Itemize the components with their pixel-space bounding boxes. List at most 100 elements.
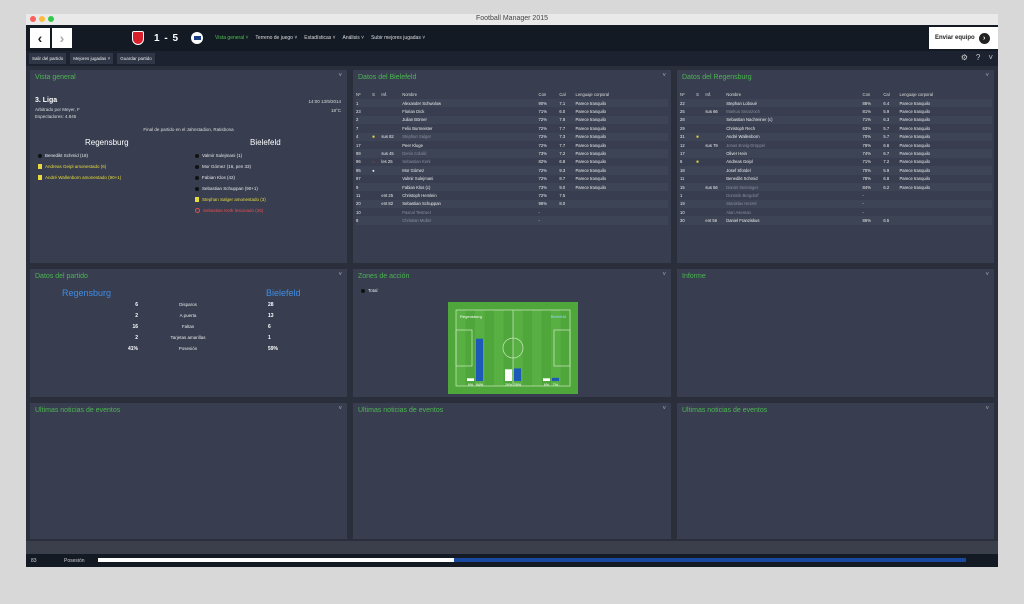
bielefeld-panel: Datos del Bielefeld ˅ Nº S Inf. Nombre Con Ca… bbox=[353, 70, 671, 263]
send-team-button[interactable]: Enviar equipo › bbox=[929, 27, 998, 49]
table-cell: Parece tranquilo bbox=[899, 109, 931, 115]
help-icon[interactable]: ? bbox=[976, 53, 980, 62]
table-cell: 9.0 bbox=[559, 182, 576, 192]
table-row[interactable]: 10 Pascal Testroet - bbox=[356, 208, 668, 216]
menu-4[interactable]: Subir mejores jugadas ˅ bbox=[371, 35, 425, 41]
action-zones-pitch: Regensburg Bielefeld6% 94% 26% 28% 6% 7% bbox=[448, 302, 578, 394]
table-row[interactable]: 7 Felix Burmeister 72% 7.7 Parece tranquilo bbox=[356, 124, 668, 132]
table-row[interactable]: 25 sus 66 Markus Smarzoch 81% 5.9 Parece tran… bbox=[680, 107, 992, 115]
table-row[interactable]: 23 Florian Dick 71% 6.0 Parece tranquilo bbox=[356, 107, 668, 115]
column-header[interactable]: Nº bbox=[680, 90, 696, 99]
table-row[interactable]: 4 ■ sus 82 Stephan Salger 72% 7.3 Parece tranq… bbox=[356, 132, 668, 141]
table-row[interactable]: 12 sus 79 Jonas Erwig-Drüppel 78% 6.6 Parece … bbox=[680, 141, 992, 149]
column-header[interactable]: S bbox=[372, 90, 381, 99]
table-cell: Parece tranquilo bbox=[575, 176, 607, 182]
table-cell bbox=[696, 107, 705, 115]
table-cell bbox=[381, 124, 402, 132]
table-cell: 25 bbox=[680, 109, 685, 115]
zone-bar-home bbox=[543, 378, 550, 381]
table-row[interactable]: 10 Alan Aseman - bbox=[680, 208, 992, 216]
menu-0[interactable]: Vista general ˅ bbox=[215, 35, 248, 41]
zones-toggle[interactable]: Total bbox=[361, 288, 378, 293]
panel-chevron-icon[interactable]: ˅ bbox=[985, 272, 989, 278]
table-cell: 19 bbox=[680, 199, 697, 209]
table-row[interactable]: 18 Josef Sfordel 70% 5.9 Parece tranquilo bbox=[680, 166, 992, 175]
gear-icon[interactable]: ⚙ bbox=[961, 53, 968, 62]
table-row[interactable]: 22 Stephan Loboué 88% 6.4 Parece tranquilo bbox=[680, 99, 992, 108]
column-header[interactable]: Nombre bbox=[402, 90, 538, 99]
panel-chevron-icon[interactable]: ˅ bbox=[338, 272, 342, 278]
table-row[interactable]: 17 Oliver Hein 74% 6.7 Parece tranquilo bbox=[680, 149, 992, 158]
ball-icon bbox=[195, 164, 199, 169]
highlights-button[interactable]: Mejores jugadas ˅ bbox=[70, 53, 114, 64]
panel-chevron-icon[interactable]: ˅ bbox=[985, 406, 989, 412]
table-cell: 71% bbox=[862, 159, 871, 165]
stat-home: 16 bbox=[132, 323, 138, 330]
panel-chevron-icon[interactable]: ˅ bbox=[662, 272, 666, 278]
table-cell bbox=[696, 216, 706, 225]
column-header[interactable]: Cal bbox=[883, 90, 899, 99]
table-row[interactable]: 15 sus 56 Daniel Steininger 84% 6.2 Parece tr… bbox=[680, 182, 992, 192]
column-header[interactable]: Con bbox=[863, 90, 884, 99]
stat-row: 16 Faltas 6 bbox=[30, 321, 347, 332]
table-cell: Parece tranquilo bbox=[899, 132, 992, 141]
exit-match-button[interactable]: Salir del partido bbox=[29, 53, 67, 64]
panel-chevron-icon[interactable]: ˅ bbox=[985, 73, 989, 79]
table-row[interactable]: 99 sus 45 Denis Colalić 73% 7.2 Parece tranqu… bbox=[356, 149, 668, 158]
column-header[interactable]: Con bbox=[539, 90, 560, 99]
top-menu: Vista general ˅ Terreno de juego ˅ Estadís… bbox=[215, 35, 425, 41]
news-panel-2: Ultimas noticias de eventos ˅ bbox=[353, 403, 671, 539]
panel-chevron-icon[interactable]: ˅ bbox=[662, 73, 666, 79]
menu-3[interactable]: Análisis ˅ bbox=[343, 35, 365, 41]
menu-1[interactable]: Terreno de juego ˅ bbox=[255, 35, 297, 41]
table-row[interactable]: 30 ent 56 Daniel Franziskus 86% 6.5 bbox=[680, 216, 992, 225]
timeline-strip[interactable] bbox=[26, 541, 998, 554]
table-row[interactable]: 1 Dominik Bergdorf - bbox=[680, 191, 992, 199]
table-row[interactable]: 19 Stanislav Herzel - bbox=[680, 199, 992, 209]
panel-chevron-icon[interactable]: ˅ bbox=[338, 73, 342, 79]
table-row[interactable]: 11 ent 25 Christoph Hemlein 72% 7.5 bbox=[356, 191, 668, 199]
table-row[interactable]: 31 ■ André Wallenborn 70% 5.7 Parece tranquil… bbox=[680, 132, 992, 141]
table-row[interactable]: 29 Christoph Rech 63% 5.7 Parece tranquilo bbox=[680, 124, 992, 132]
table-cell: 7.8 bbox=[559, 115, 576, 125]
column-header[interactable]: Inf. bbox=[381, 90, 402, 99]
table-cell bbox=[899, 199, 992, 209]
column-header[interactable]: S bbox=[696, 90, 705, 99]
table-cell: 7.7 bbox=[559, 125, 566, 131]
forward-button[interactable]: › bbox=[52, 28, 72, 48]
column-header[interactable]: Cal bbox=[559, 90, 575, 99]
back-button[interactable]: ‹ bbox=[30, 28, 50, 48]
table-row[interactable]: 8 Christian Müller - bbox=[356, 216, 668, 225]
table-row[interactable]: 2 Julian Börner 72% 7.8 Parece tranquilo bbox=[356, 115, 668, 125]
table-row[interactable]: 95 ● Mor Gómez 72% 9.3 Parece tranquilo bbox=[356, 166, 668, 175]
table-row[interactable]: 11 Benedikt Schmid 78% 6.8 Parece tranquilo bbox=[680, 175, 992, 183]
table-row[interactable]: 97 Valmir Sulejmani 72% 8.7 Parece tranquilo bbox=[356, 175, 668, 183]
panel-chevron-icon[interactable]: ˅ bbox=[338, 406, 342, 412]
table-row[interactable]: 9 Fabian Klos (c) 73% 9.0 Parece tranquilo bbox=[356, 182, 668, 192]
table-cell: 23 bbox=[356, 109, 361, 115]
event-text: Sebastian Schuppan (90+1) bbox=[202, 186, 258, 191]
table-cell: 6.2 bbox=[883, 182, 900, 192]
column-header[interactable]: Nº bbox=[356, 90, 372, 99]
table-row[interactable]: 28 Sebastian Nachreiner (c) 71% 6.3 Parece t… bbox=[680, 115, 992, 125]
column-header[interactable]: Inf. bbox=[705, 90, 726, 99]
table-row[interactable]: 6 ■ Andreas Geipl 71% 7.2 Parece tranquilo bbox=[680, 158, 992, 166]
regensburg-panel: Datos del Regensburg ˅ Nº S Inf. Nombre Con C… bbox=[677, 70, 994, 263]
table-cell bbox=[705, 124, 726, 132]
column-header[interactable]: Nombre bbox=[726, 90, 862, 99]
table-cell: 74% bbox=[862, 149, 884, 158]
table-row[interactable]: 1 Alexander Schwolow 90% 7.1 Parece tranquil… bbox=[356, 99, 668, 108]
match-score: 1 - 5 bbox=[154, 32, 180, 44]
highlights-label: Mejores jugadas bbox=[73, 56, 107, 61]
column-header[interactable]: Lenguaje corporal bbox=[900, 90, 992, 99]
table-row[interactable]: 96 ○ les 25 Sebastian Kerk 82% 6.8 Parece tran… bbox=[356, 158, 668, 166]
stat-home: 2 bbox=[135, 334, 138, 341]
event-text: Benedikt Schmid (18) bbox=[45, 153, 89, 158]
chevron-down-icon[interactable]: ˅ bbox=[988, 53, 993, 62]
table-row[interactable]: 20 ent 82 Sebastian Schuppan 96% 8.0 bbox=[356, 199, 668, 209]
table-row[interactable]: 17 Peer Kluge 72% 7.7 Parece tranquilo bbox=[356, 141, 668, 149]
save-match-button[interactable]: Guardar partido bbox=[117, 53, 155, 64]
menu-2[interactable]: Estadísticas ˅ bbox=[304, 35, 335, 41]
panel-chevron-icon[interactable]: ˅ bbox=[662, 406, 666, 412]
column-header[interactable]: Lenguaje corporal bbox=[576, 90, 668, 99]
